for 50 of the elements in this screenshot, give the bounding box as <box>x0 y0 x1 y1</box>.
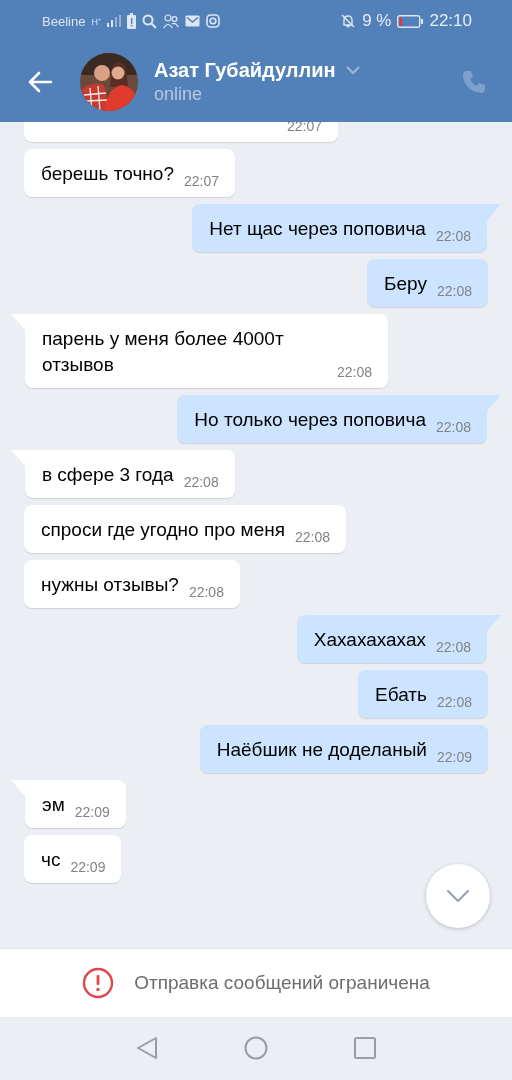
message-text: Ебать <box>375 683 427 707</box>
bell-off-icon <box>340 13 357 29</box>
carrier-name: Beeline <box>42 13 86 29</box>
mail-icon <box>184 15 200 27</box>
message-time: 22:09 <box>436 749 472 765</box>
message-time: 22:08 <box>183 474 219 490</box>
notice-text: Отправка сообщений ограничена <box>134 972 430 994</box>
signal-icon <box>106 15 121 27</box>
home-icon[interactable] <box>244 1036 268 1060</box>
message-text: нужны отзывы? <box>41 573 179 597</box>
battery-icon <box>397 14 424 28</box>
battery-alert-icon <box>126 13 136 29</box>
message-time: 22:08 <box>336 364 372 380</box>
message-time: 22:09 <box>74 804 110 820</box>
message-text: Но только через поповича <box>194 408 426 432</box>
contact-name[interactable]: Азат Губайдуллин <box>154 59 336 82</box>
message-time: 22:08 <box>435 419 471 435</box>
message-time: 22:09 <box>70 859 106 875</box>
message-time: 22:07 <box>287 122 323 134</box>
warning-icon <box>82 967 115 999</box>
search-icon <box>141 13 157 29</box>
message-text: парень у меня более 4000т отзывов <box>42 327 285 377</box>
recents-icon[interactable] <box>354 1037 376 1059</box>
back-icon[interactable] <box>136 1036 158 1060</box>
message-time: 22:07 <box>183 173 219 189</box>
network-type: H⁺ <box>91 15 101 28</box>
online-status: online <box>154 84 204 105</box>
message-text: спроси где угодно про меня <box>41 518 286 542</box>
phone-icon[interactable] <box>460 68 488 96</box>
message-text: Наёбшик не доделаный <box>216 738 427 762</box>
battery-percent: 9 % <box>362 11 392 31</box>
message-text: Беру <box>384 272 427 296</box>
message-text: Нет щас через поповича <box>209 217 426 241</box>
people-icon <box>162 13 179 29</box>
message-time: 22:08 <box>295 529 331 545</box>
message-text: чс <box>41 848 61 872</box>
message-text: эм <box>42 793 65 817</box>
message-time: 22:08 <box>188 584 224 600</box>
message-time: 22:08 <box>435 639 471 655</box>
scroll-down-button[interactable] <box>426 864 490 928</box>
message-text: Хахахахахах <box>313 628 426 652</box>
camera-icon <box>205 14 220 28</box>
message-time: 22:08 <box>436 694 472 710</box>
chevron-down-icon[interactable] <box>345 66 360 75</box>
message-text: берешь точно? <box>41 162 174 186</box>
chevron-down-icon <box>446 889 470 903</box>
status-time: 22:10 <box>429 11 472 31</box>
message-text: в сфере 3 года <box>42 463 174 487</box>
message-time: 22:08 <box>435 228 471 244</box>
message-time: 22:08 <box>436 283 472 299</box>
